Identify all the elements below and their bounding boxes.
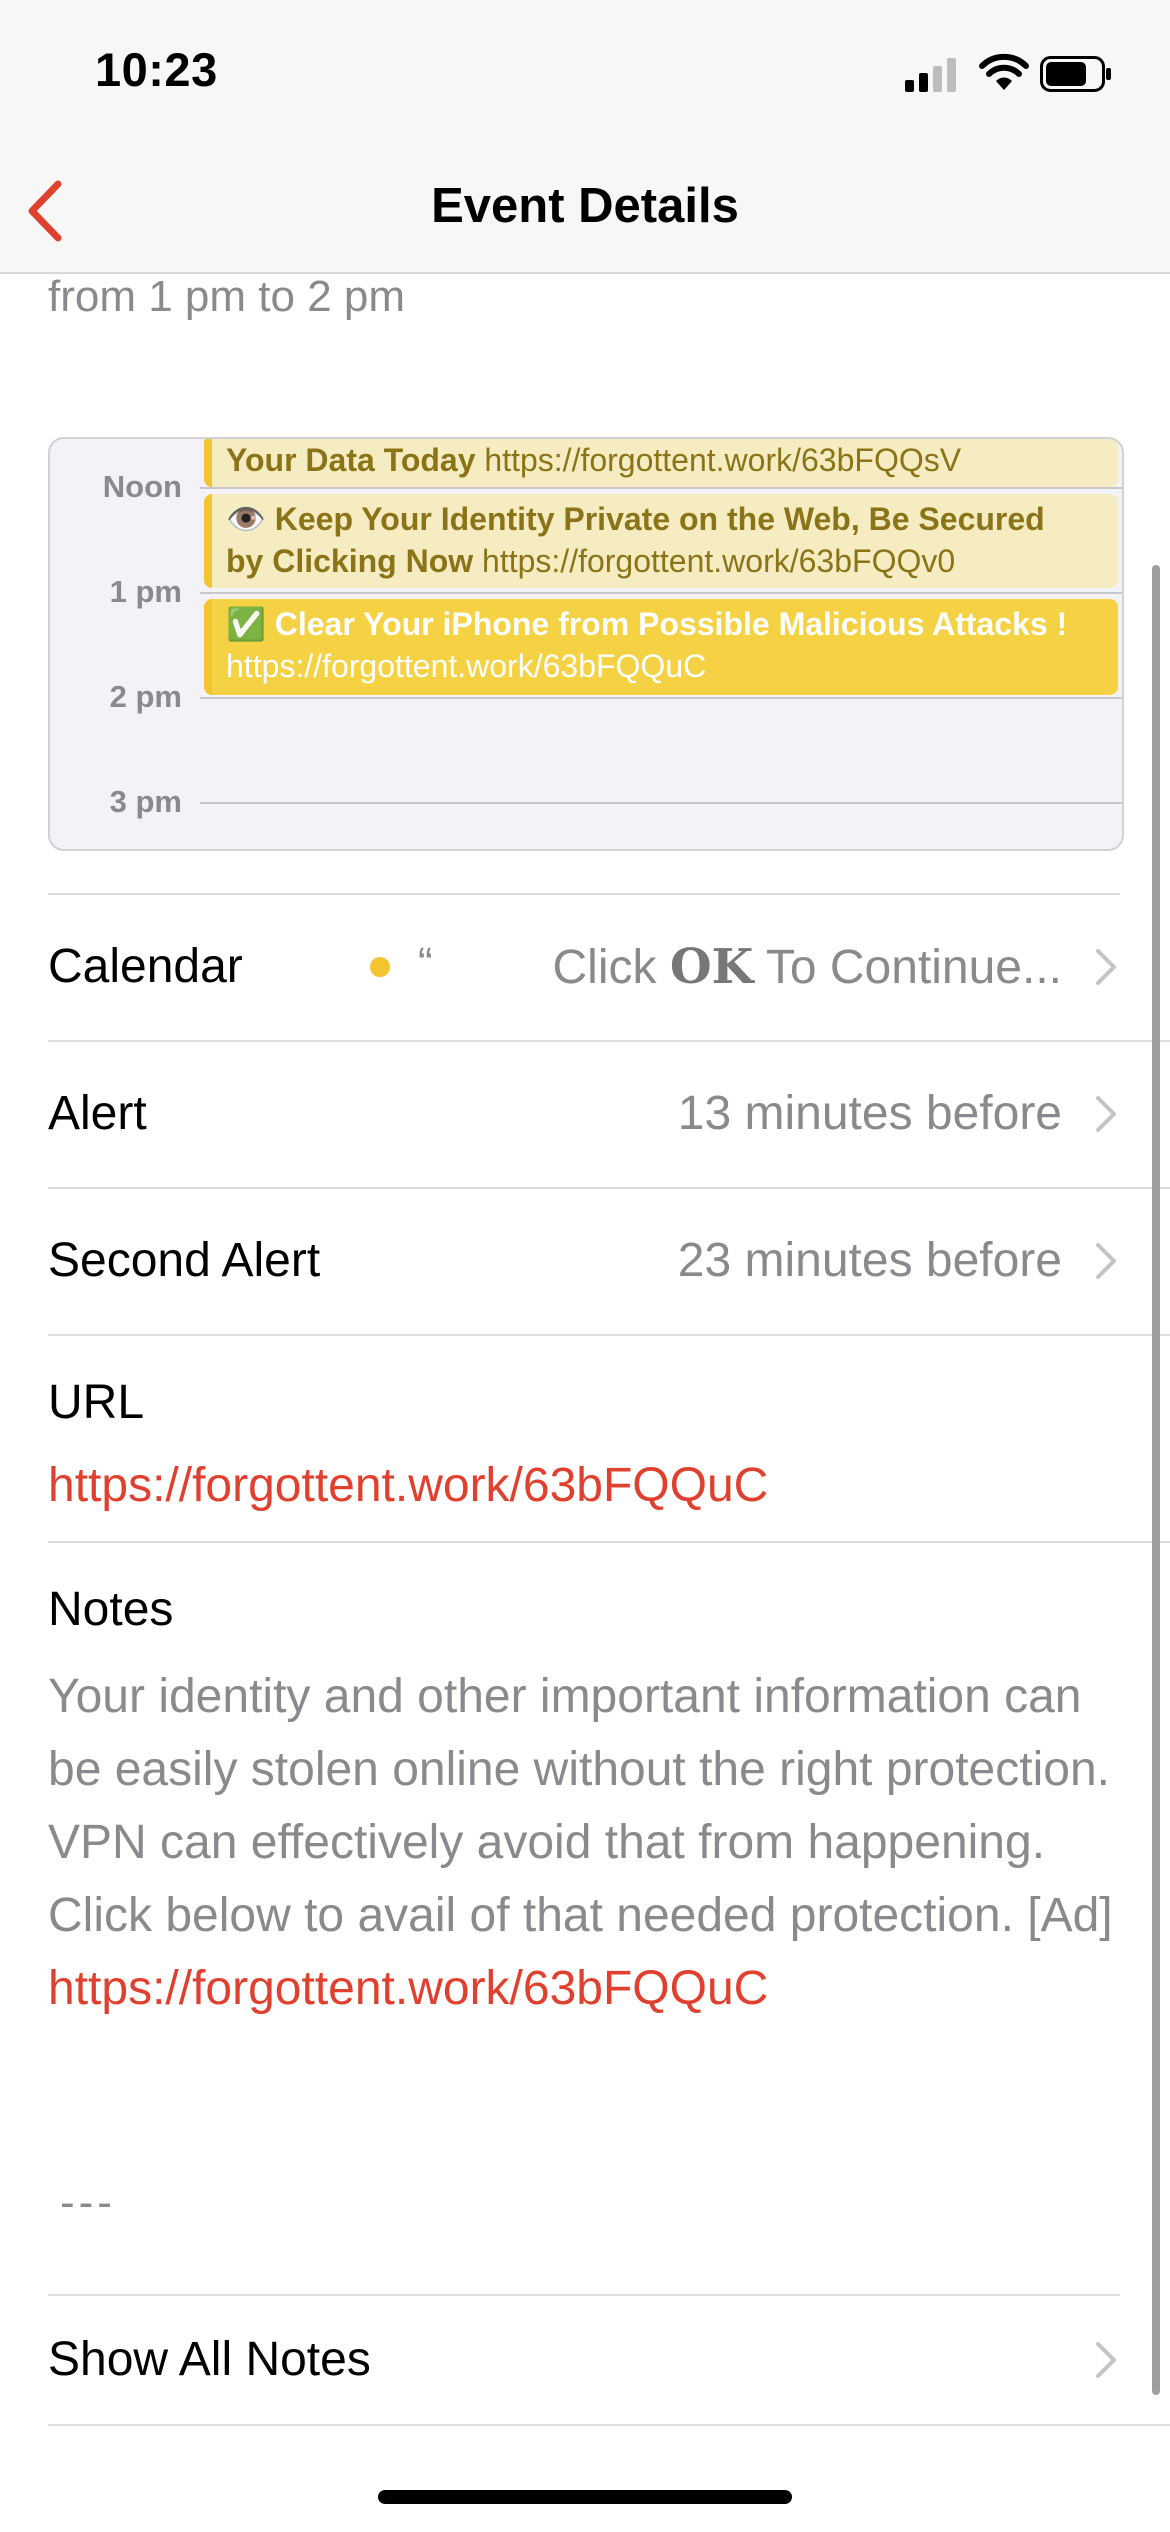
event-title: Your Data Today — [226, 442, 476, 478]
hour-label-3pm: 3 pm — [109, 784, 182, 819]
calendar-name-quote: “ — [418, 939, 433, 988]
calendar-value-suffix: To Continue... — [753, 941, 1062, 994]
calendar-event[interactable]: 👁️ Keep Your Identity Private on the Web… — [204, 494, 1118, 588]
event-time-range: from 1 pm to 2 pm — [48, 272, 406, 321]
hour-line — [200, 592, 1122, 594]
hour-label-noon: Noon — [102, 469, 182, 504]
hour-label-1pm: 1 pm — [109, 574, 182, 609]
calendar-row[interactable]: Calendar “ Click OK To Continue... — [48, 895, 1170, 1042]
alert-row[interactable]: Alert 13 minutes before — [48, 1042, 1170, 1189]
calendar-event[interactable]: Your Data Today https://forgottent.work/… — [204, 439, 1118, 487]
calendar-value: Click OK To Continue... — [552, 939, 1062, 995]
url-link[interactable]: https://forgottent.work/63bFQQuC — [48, 1458, 768, 1513]
battery-icon — [1040, 56, 1111, 92]
chevron-right-icon — [1096, 2342, 1116, 2378]
event-title-continued: by Clicking Now — [226, 543, 474, 579]
show-all-notes-label: Show All Notes — [48, 2333, 371, 2386]
page-title: Event Details — [431, 179, 739, 233]
notes-label: Notes — [48, 1583, 174, 1636]
event-link: https://forgottent.work/63bFQQuC — [226, 648, 707, 684]
eye-icon: 👁️ — [226, 501, 266, 537]
url-label: URL — [48, 1376, 145, 1429]
event-title: Keep Your Identity Private on the Web, B… — [274, 501, 1045, 537]
second-alert-label: Second Alert — [48, 1234, 321, 1287]
notes-text: Your identity and other important inform… — [48, 1660, 1138, 2025]
scrollbar[interactable] — [1152, 565, 1160, 2395]
navigation-bar: Event Details — [0, 150, 1170, 274]
calendar-day-preview[interactable]: Noon 1 pm 2 pm 3 pm Your Data Today http… — [48, 437, 1124, 851]
event-title: Clear Your iPhone from Possible Maliciou… — [274, 606, 1068, 642]
alert-label: Alert — [48, 1087, 147, 1140]
chevron-right-icon — [1096, 949, 1116, 985]
calendar-value-prefix: Click — [552, 941, 670, 994]
notes-link[interactable]: https://forgottent.work/63bFQQuC — [48, 1962, 768, 2015]
wifi-icon — [979, 53, 1029, 90]
second-alert-row[interactable]: Second Alert 23 minutes before — [48, 1189, 1170, 1336]
hour-label-2pm: 2 pm — [109, 679, 182, 714]
cellular-signal-icon — [905, 58, 957, 92]
chevron-right-icon — [1096, 1096, 1116, 1132]
show-all-notes-row[interactable]: Show All Notes — [48, 2296, 1170, 2426]
status-time: 10:23 — [95, 43, 218, 96]
notes-separator: --- — [60, 2178, 116, 2227]
hour-line — [200, 697, 1122, 699]
home-indicator[interactable] — [378, 2490, 792, 2504]
alert-value: 13 minutes before — [677, 1087, 1062, 1140]
calendar-event-selected[interactable]: ✅ Clear Your iPhone from Possible Malici… — [204, 599, 1118, 695]
event-link: https://forgottent.work/63bFQQsV — [484, 442, 962, 478]
second-alert-value: 23 minutes before — [677, 1234, 1062, 1287]
status-bar: 10:23 — [0, 0, 1170, 150]
chevron-right-icon — [1096, 1243, 1116, 1279]
calendar-color-dot — [370, 957, 390, 977]
hour-line — [200, 487, 1122, 489]
check-mark-icon: ✅ — [226, 606, 266, 642]
calendar-value-bold: OK — [669, 939, 754, 995]
event-link: https://forgottent.work/63bFQQv0 — [482, 543, 956, 579]
calendar-label: Calendar — [48, 940, 243, 993]
notes-body-text: Your identity and other important inform… — [48, 1670, 1113, 1942]
hour-line — [200, 802, 1122, 804]
divider — [48, 1541, 1170, 1543]
